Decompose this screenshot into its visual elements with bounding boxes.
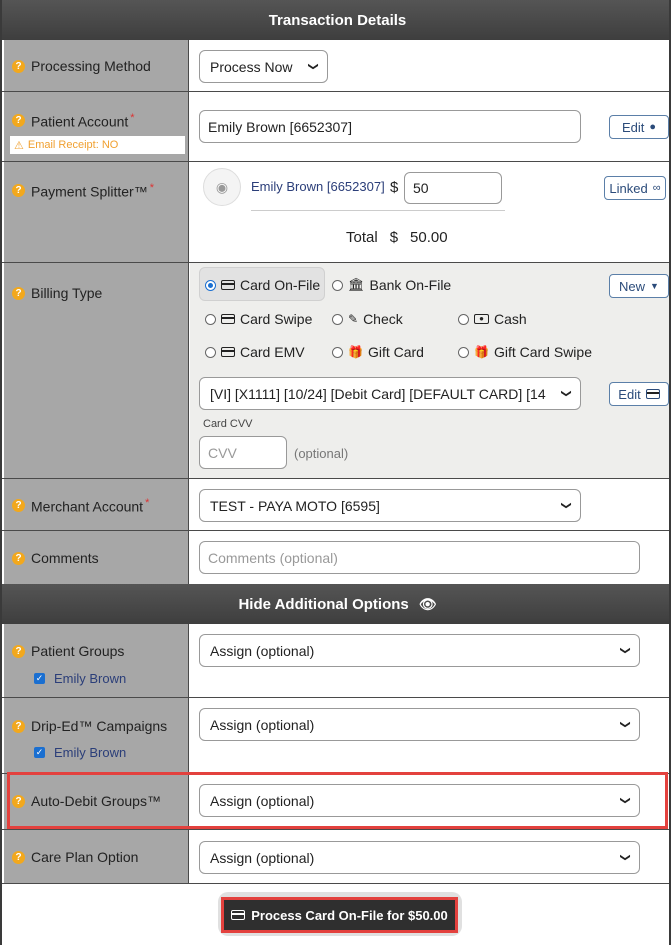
credit-card-icon [231,910,246,920]
edit-card-button[interactable]: Edit [609,382,669,406]
page-title: Transaction Details [2,0,669,40]
splitter-amount-input[interactable]: 50 [404,172,502,204]
billing-option-gift-card[interactable]: 🎁 Gift Card [332,344,424,360]
billing-option-gift-card-swipe[interactable]: 🎁 Gift Card Swipe [458,344,592,360]
comments-label: Comments [31,550,99,566]
billing-type-label: Billing Type [31,285,103,301]
chevron-down-icon: ❯ [619,720,631,729]
bank-icon: 🏛 [348,277,365,292]
radio-button[interactable] [458,313,469,325]
patient-groups-patient[interactable]: ✓ Emily Brown [34,671,126,686]
radio-button[interactable] [205,313,216,325]
help-icon[interactable]: ? [12,551,25,565]
help-icon[interactable]: ? [12,59,25,73]
radio-button[interactable] [332,346,343,358]
toggle-additional-options[interactable]: Hide Additional Options 👁 [2,584,669,624]
chevron-down-icon: ❯ [619,853,631,862]
cvv-label: Card CVV [203,418,253,430]
process-payment-button[interactable]: Process Card On-File for $50.00 [221,897,458,933]
help-icon[interactable]: ? [12,794,25,808]
total-display: Total $ 50.00 [346,229,448,246]
help-icon[interactable]: ? [12,114,25,128]
credit-card-icon [221,347,235,357]
drip-ed-label: Drip-Ed™ Campaigns [31,718,168,734]
linked-button[interactable]: Linked ∞ [604,176,666,200]
credit-card-icon [645,389,660,399]
radio-button[interactable] [458,346,469,358]
email-receipt-warning: ⚠ Email Receipt: NO [10,136,185,154]
chevron-down-icon: ❯ [619,796,631,805]
patient-account-input[interactable]: Emily Brown [6652307] [199,110,581,143]
help-icon[interactable]: ? [12,850,25,864]
drip-ed-row: ? Drip-Ed™ Campaigns ✓ Emily Brown Assig… [2,698,669,774]
auto-debit-select[interactable]: Assign (optional) ❯ [199,784,640,817]
cvv-hint: (optional) [294,446,349,461]
edit-patient-button[interactable]: Edit ● [609,115,669,139]
pencil-icon: ✎ [348,312,359,326]
merchant-account-row: ? Merchant Account * TEST - PAYA MOTO [65… [2,479,669,531]
credit-card-icon [221,314,235,324]
splitter-patient-link[interactable]: Emily Brown [6652307] [251,179,385,194]
link-icon: ∞ [652,182,661,194]
billing-option-cash[interactable]: ● Cash [458,311,527,327]
billing-option-card-swipe[interactable]: Card Swipe [205,311,312,327]
care-plan-label: Care Plan Option [31,849,139,865]
patient-account-label: Patient Account * [31,112,135,130]
money-icon: ● [474,314,489,324]
processing-method-select[interactable]: Process Now ❯ [199,50,328,83]
auto-debit-label: Auto-Debit Groups™ [31,793,161,809]
chevron-down-icon: ❯ [560,389,572,398]
patient-groups-select[interactable]: Assign (optional) ❯ [199,634,640,667]
new-billing-button[interactable]: New ▼ [609,274,669,298]
billing-option-card-on-file[interactable]: Card On-File [205,277,320,293]
gift-icon: 🎁 [348,345,363,359]
caret-down-icon: ▼ [650,281,659,291]
patient-account-row: ? Patient Account * ⚠ Email Receipt: NO E… [2,92,669,162]
comments-input[interactable]: Comments (optional) [199,541,640,574]
patient-groups-label: Patient Groups [31,643,125,659]
radio-button[interactable] [332,279,343,291]
help-icon[interactable]: ? [12,286,25,300]
help-icon[interactable]: ? [12,499,25,513]
divider [251,210,505,211]
comments-row: ? Comments Comments (optional) [2,531,669,584]
auto-debit-row: ? Auto-Debit Groups™ Assign (optional) ❯ [2,774,669,830]
card-select[interactable]: [VI] [X1111] [10/24] [Debit Card] [DEFAU… [199,377,581,410]
billing-type-row: ? Billing Type Card On-File 🏛 Bank On-Fi… [2,263,669,479]
radio-button[interactable] [332,313,343,325]
camera-icon: ◉ [203,168,241,206]
care-plan-select[interactable]: Assign (optional) ❯ [199,841,640,874]
eye-icon: 👁 [418,595,437,612]
billing-option-card-emv[interactable]: Card EMV [205,344,305,360]
merchant-account-select[interactable]: TEST - PAYA MOTO [6595] ❯ [199,489,581,522]
checkbox[interactable]: ✓ [34,673,45,684]
chevron-down-icon: ❯ [560,501,572,510]
billing-option-bank-on-file[interactable]: 🏛 Bank On-File [332,277,451,293]
checkbox[interactable]: ✓ [34,747,45,758]
help-icon[interactable]: ? [12,184,25,198]
merchant-account-label: Merchant Account * [31,497,150,515]
payment-splitter-label: Payment Splitter™ * [31,182,154,200]
radio-button[interactable] [205,279,216,291]
billing-option-check[interactable]: ✎ Check [332,311,403,327]
drip-ed-patient[interactable]: ✓ Emily Brown [34,745,126,760]
help-icon[interactable]: ? [12,719,25,733]
patient-groups-row: ? Patient Groups ✓ Emily Brown Assign (o… [2,624,669,698]
chevron-down-icon: ❯ [307,62,319,71]
radio-button[interactable] [205,346,216,358]
transaction-form: Transaction Details ? Processing Method … [0,0,671,945]
processing-method-row: ? Processing Method Process Now ❯ [2,40,669,92]
help-icon[interactable]: ? [12,644,25,658]
user-icon: ● [649,121,657,133]
processing-method-label: Processing Method [31,58,151,74]
cvv-input[interactable]: CVV [199,436,287,469]
credit-card-icon [221,280,235,290]
chevron-down-icon: ❯ [619,646,631,655]
splitter-currency: $ [390,179,399,196]
gift-icon: 🎁 [474,345,489,359]
drip-ed-select[interactable]: Assign (optional) ❯ [199,708,640,741]
warning-icon: ⚠ [14,139,24,152]
care-plan-row: ? Care Plan Option Assign (optional) ❯ [2,830,669,884]
payment-splitter-row: ? Payment Splitter™ * ◉ Emily Brown [6652… [2,162,669,263]
